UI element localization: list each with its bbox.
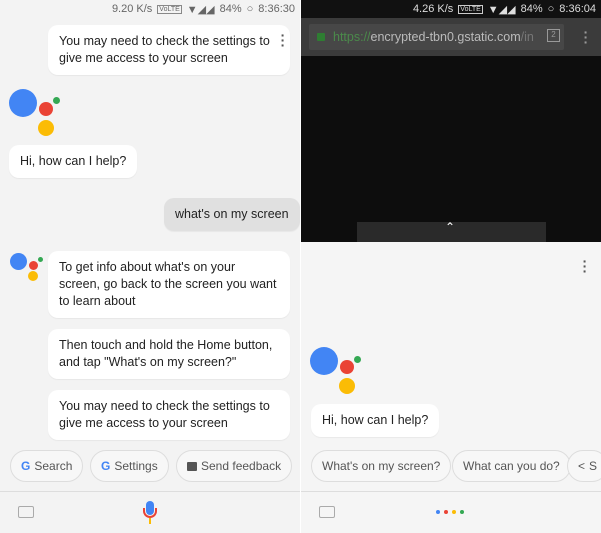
assistant-overlay-pane: 4.26 K/s VoLTE ▼◢◢ 84% ○ 8:36:04 https:/… — [301, 0, 601, 533]
more-options-icon[interactable]: · · · — [280, 28, 286, 52]
wifi-icon: ▼◢◢ — [487, 3, 516, 16]
keyboard-icon[interactable] — [18, 506, 34, 518]
assistant-message: You may need to check the settings to gi… — [48, 25, 290, 75]
clock: 8:36:30 — [258, 3, 295, 15]
share-chip[interactable]: < S — [567, 450, 601, 482]
assistant-conversation-pane: 9.20 K/s VoLTE ▼◢◢ 84% ○ 8:36:30 You may… — [0, 0, 300, 533]
feedback-icon — [187, 461, 197, 471]
input-bar — [0, 491, 300, 533]
url-scheme: https:// — [333, 30, 371, 44]
network-speed: 4.26 K/s — [412, 3, 454, 15]
lock-icon — [317, 33, 325, 41]
status-bar: 9.20 K/s VoLTE ▼◢◢ 84% ○ 8:36:30 — [0, 0, 300, 18]
assistant-message: You may need to check the settings to gi… — [48, 390, 290, 440]
google-g-icon: G — [101, 459, 111, 473]
microphone-icon[interactable] — [143, 501, 157, 527]
battery-level: 84% — [520, 3, 543, 15]
chip-label: Settings — [114, 459, 158, 473]
network-speed: 9.20 K/s — [111, 3, 153, 15]
page-image: ⌃ — [357, 220, 546, 242]
chip-label: Search — [34, 459, 73, 473]
assistant-message: Hi, how can I help? — [311, 404, 440, 437]
chip-label: What's on my screen? — [322, 459, 441, 473]
assistant-message: Then touch and hold the Home button, and… — [48, 329, 290, 379]
input-bar — [301, 491, 601, 533]
google-g-icon: G — [21, 459, 31, 473]
send-feedback-chip[interactable]: Send feedback — [176, 450, 293, 482]
volte-icon: VoLTE — [458, 4, 483, 14]
share-icon: < — [578, 459, 586, 473]
battery-icon: ○ — [547, 3, 555, 15]
what-can-you-do-chip[interactable]: What can you do? — [452, 450, 571, 482]
assistant-message: Hi, how can I help? — [9, 145, 138, 178]
url-host: encrypted-tbn0.gstatic.com — [370, 30, 521, 44]
more-options-icon[interactable]: · · · — [582, 254, 588, 278]
url-bar[interactable]: https://encrypted-tbn0.gstatic.com/in — [309, 24, 564, 50]
battery-level: 84% — [219, 3, 242, 15]
keyboard-icon[interactable] — [319, 506, 335, 518]
wifi-icon: ▼◢◢ — [186, 3, 215, 16]
chip-label: S — [589, 459, 598, 473]
whats-on-my-screen-chip[interactable]: What's on my screen? — [311, 450, 452, 482]
chip-label: Send feedback — [201, 459, 282, 473]
user-message: what's on my screen — [164, 198, 300, 231]
search-chip[interactable]: G Search — [10, 450, 84, 482]
settings-chip[interactable]: G Settings — [90, 450, 169, 482]
clock: 8:36:04 — [559, 3, 596, 15]
status-bar: 4.26 K/s VoLTE ▼◢◢ 84% ○ 8:36:04 — [301, 0, 601, 18]
tab-switcher-button[interactable]: 2 — [547, 29, 560, 42]
browser-menu-icon[interactable]: · · · — [583, 25, 589, 49]
volte-icon: VoLTE — [157, 4, 182, 14]
url-path: /in — [520, 30, 534, 44]
battery-icon: ○ — [246, 3, 254, 15]
browser-toolbar: https://encrypted-tbn0.gstatic.com/in 2 … — [301, 18, 601, 56]
chip-label: What can you do? — [463, 459, 560, 473]
chevron-up-icon[interactable]: ⌃ — [445, 220, 455, 234]
assistant-message: To get info about what's on your screen,… — [48, 251, 290, 318]
